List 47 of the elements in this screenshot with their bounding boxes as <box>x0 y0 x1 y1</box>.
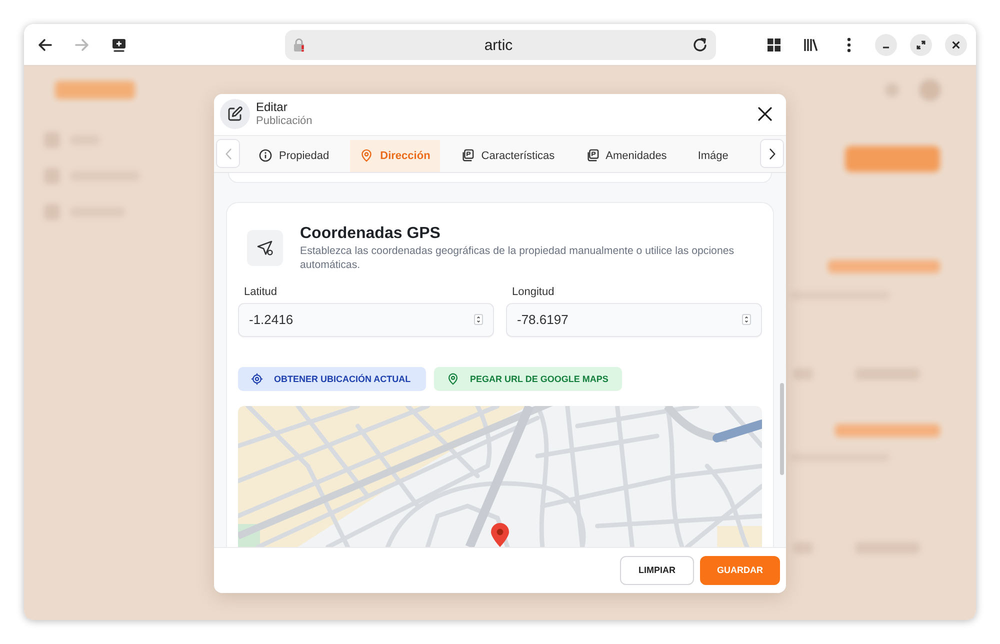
action-button[interactable]: PEGAR URL DE GOOGLE MAPS <box>434 366 622 390</box>
screen-plus-icon[interactable] <box>111 36 127 52</box>
blurred-menu-icon <box>44 168 60 184</box>
info-icon <box>259 149 272 162</box>
reload-icon[interactable] <box>692 37 708 53</box>
action-button[interactable]: OBTENER UBICACIÓN ACTUAL <box>238 366 426 390</box>
minimize-icon[interactable] <box>875 34 897 56</box>
restore-icon[interactable] <box>910 34 932 56</box>
section-title: Coordenadas GPS <box>300 224 440 244</box>
library-icon[interactable] <box>803 36 819 52</box>
blurred-menu-icon <box>44 132 60 148</box>
close-icon[interactable] <box>945 34 967 56</box>
pin-icon <box>447 372 459 384</box>
field-label: Latitud <box>244 286 278 298</box>
number-field[interactable]: -78.6197 <box>506 302 762 336</box>
close-icon[interactable] <box>758 107 772 121</box>
target-icon <box>251 372 263 384</box>
grid-icon[interactable] <box>766 36 782 52</box>
lock-warning-icon[interactable] <box>293 38 305 52</box>
map-pin-icon[interactable] <box>490 522 510 546</box>
edit-icon <box>220 99 250 129</box>
dialog-subtitle: Publicación <box>256 114 312 128</box>
field-label: Longitud <box>512 286 554 298</box>
spinner-icon[interactable] <box>742 314 751 325</box>
back-icon[interactable] <box>37 36 53 52</box>
chevron-left-icon <box>224 148 232 160</box>
blurred-search-icon <box>885 83 899 97</box>
section-description: Establezca las coordenadas geográficas de la propiedad manualmente o utilice las opciones automáticas. <box>300 244 736 272</box>
dialog-title: Editar <box>256 100 288 114</box>
address-bar[interactable]: artic <box>285 30 716 60</box>
tab[interactable]: Características <box>451 140 565 172</box>
stack-icon <box>586 149 599 162</box>
spinner-icon[interactable] <box>474 314 483 325</box>
blurred-menu-icon <box>44 204 60 220</box>
number-field[interactable]: -1.2416 <box>238 302 494 336</box>
scroll-right-button[interactable] <box>760 139 784 168</box>
address-text: artic <box>483 36 514 54</box>
scrollbar-thumb[interactable] <box>780 382 784 474</box>
clear-button[interactable]: LIMPIAR <box>620 556 694 584</box>
tab[interactable]: Imáge <box>688 140 738 172</box>
tab[interactable]: Propiedad <box>249 140 340 172</box>
chevron-right-icon <box>768 148 776 160</box>
pin-icon <box>360 149 374 162</box>
tab[interactable]: Amenidades <box>576 140 677 172</box>
blurred-avatar <box>919 79 941 101</box>
stack-icon <box>461 149 474 162</box>
navigation-icon <box>247 230 283 266</box>
